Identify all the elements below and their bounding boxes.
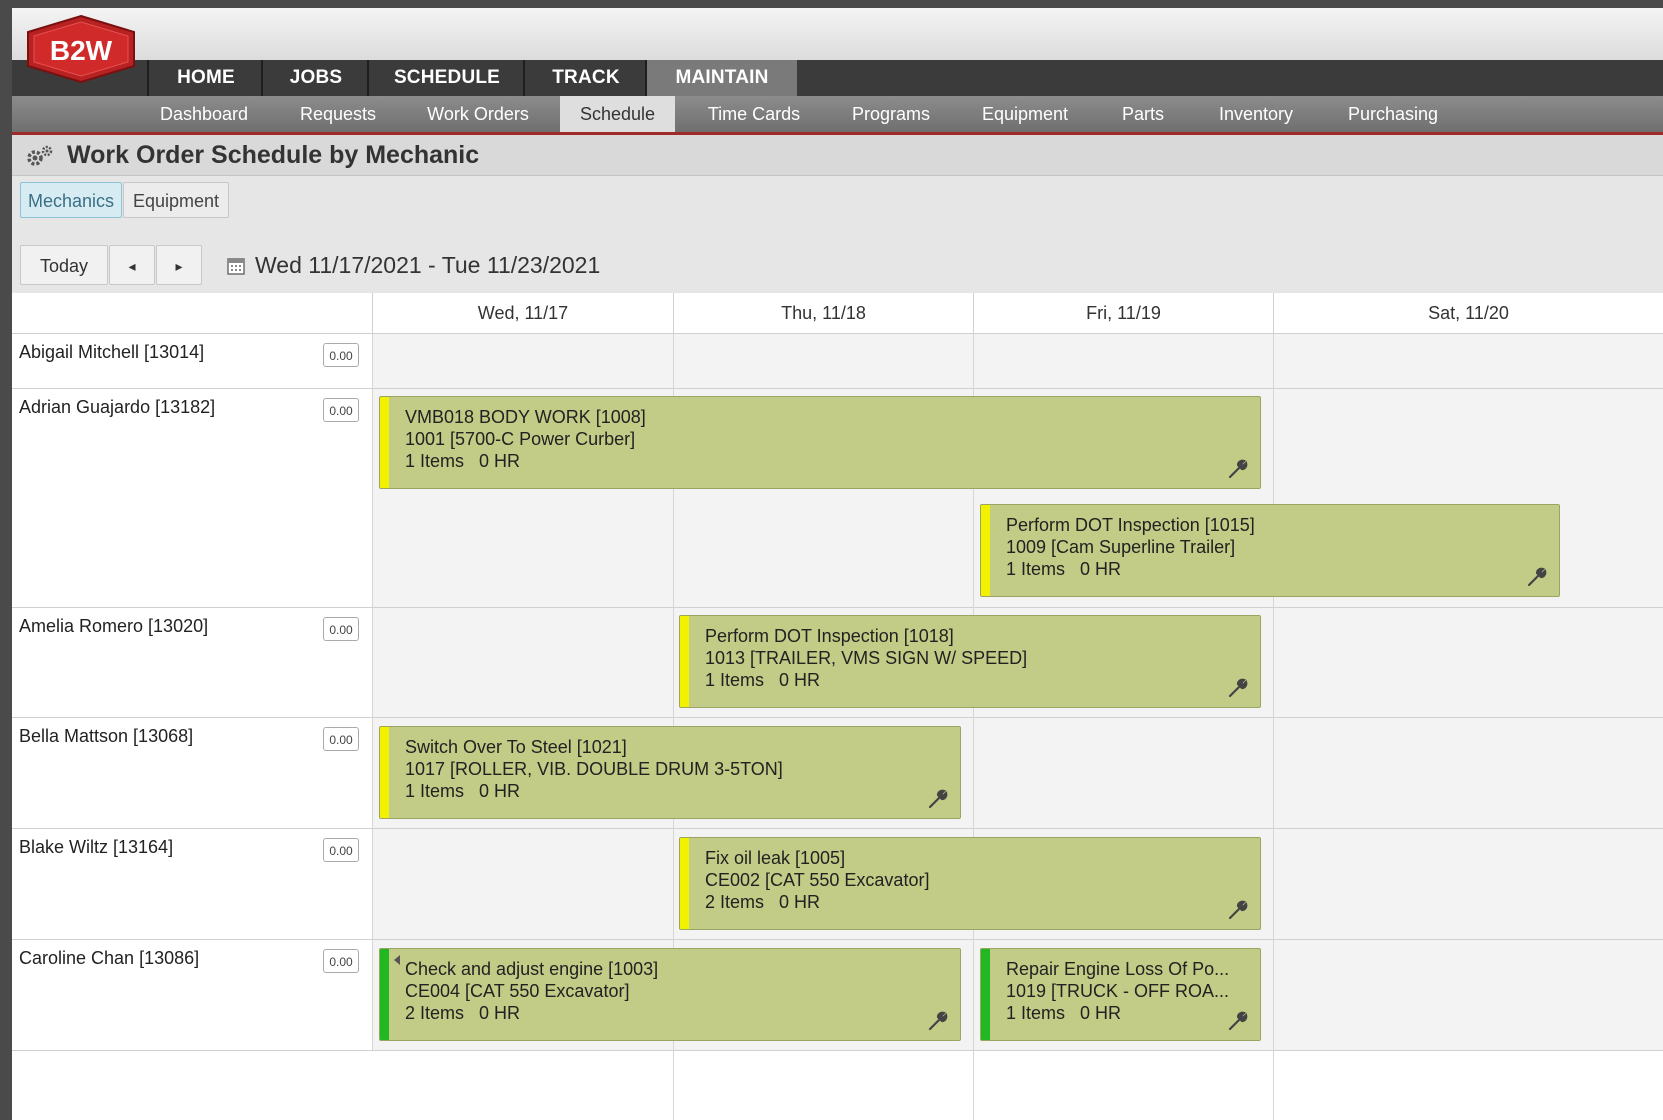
event-title: Switch Over To Steel [1021]	[405, 737, 627, 757]
mechanics-view-button[interactable]: Mechanics	[20, 182, 122, 218]
svg-text:B2W: B2W	[50, 35, 113, 66]
subnav-work-orders[interactable]: Work Orders	[414, 96, 542, 132]
day-divider	[1273, 334, 1274, 1120]
subnav-programs[interactable]: Programs	[840, 96, 942, 132]
date-range[interactable]: Wed 11/17/2021 - Tue 11/23/2021	[227, 249, 600, 281]
subnav-equipment[interactable]: Equipment	[970, 96, 1080, 132]
work-order-event[interactable]: Repair Engine Loss Of Po... 1019 [TRUCK …	[980, 948, 1261, 1041]
event-title: Perform DOT Inspection [1018]	[705, 626, 954, 646]
work-order-event[interactable]: Perform DOT Inspection [1015] 1009 [Cam …	[980, 504, 1560, 597]
wrench-icon[interactable]	[1226, 675, 1250, 699]
equipment-view-button[interactable]: Equipment	[123, 182, 229, 218]
nav-tab-schedule[interactable]: SCHEDULE	[367, 60, 525, 96]
subnav-time-cards[interactable]: Time Cards	[694, 96, 814, 132]
subnav-parts[interactable]: Parts	[1110, 96, 1176, 132]
main-nav: HOME JOBS SCHEDULE TRACK MAINTAIN	[12, 60, 1663, 98]
nav-tab-jobs[interactable]: JOBS	[261, 60, 369, 96]
mechanic-name: Caroline Chan [13086]	[19, 948, 200, 968]
day-header-wed: Wed, 11/17	[372, 293, 673, 334]
status-bar	[981, 949, 990, 1040]
previous-week-button[interactable]: ◂	[109, 245, 155, 285]
mechanic-column-header	[12, 293, 372, 334]
wrench-icon[interactable]	[1226, 897, 1250, 921]
status-bar	[380, 949, 389, 1040]
nav-tab-home[interactable]: HOME	[147, 60, 263, 96]
work-order-event[interactable]: Check and adjust engine [1003] CE004 [CA…	[379, 948, 961, 1041]
work-order-event[interactable]: VMB018 BODY WORK [1008] 1001 [5700-C Pow…	[379, 396, 1261, 489]
wrench-icon[interactable]	[1525, 564, 1549, 588]
calendar-icon[interactable]	[227, 257, 245, 275]
event-equipment: CE002 [CAT 550 Excavator]	[705, 870, 930, 890]
event-equipment: 1019 [TRUCK - OFF ROA...	[1006, 981, 1230, 1001]
mechanic-name: Bella Mattson [13068]	[19, 726, 194, 746]
app-window: B2W HOME JOBS SCHEDULE TRACK MAINTAIN Da…	[12, 8, 1663, 1120]
nav-tab-track[interactable]: TRACK	[523, 60, 647, 96]
continues-left-icon	[394, 955, 400, 965]
subnav-dashboard[interactable]: Dashboard	[144, 96, 264, 132]
event-equipment: 1009 [Cam Superline Trailer]	[1006, 537, 1236, 557]
work-order-event[interactable]: Perform DOT Inspection [1018] 1013 [TRAI…	[679, 615, 1261, 708]
event-summary: 2 Items 0 HR	[705, 892, 821, 912]
event-equipment: 1017 [ROLLER, VIB. DOUBLE DRUM 3-5TON]	[405, 759, 783, 779]
day-header-thu: Thu, 11/18	[673, 293, 973, 334]
wrench-icon[interactable]	[1226, 456, 1250, 480]
day-cells[interactable]	[372, 334, 1663, 388]
hours-badge: 0.00	[323, 838, 359, 862]
hours-badge: 0.00	[323, 949, 359, 973]
mechanic-name: Blake Wiltz [13164]	[19, 837, 174, 857]
status-bar	[680, 616, 689, 707]
hours-badge: 0.00	[323, 398, 359, 422]
event-summary: 2 Items 0 HR	[405, 1003, 521, 1023]
subnav-purchasing[interactable]: Purchasing	[1336, 96, 1450, 132]
event-summary: 1 Items 0 HR	[1006, 559, 1122, 579]
mechanic-name: Amelia Romero [13020]	[19, 616, 209, 636]
status-bar	[380, 397, 389, 488]
schedule-grid: Wed, 11/17 Thu, 11/18 Fri, 11/19 Sat, 11…	[12, 293, 1663, 1120]
date-range-text: Wed 11/17/2021 - Tue 11/23/2021	[255, 252, 601, 278]
page-title: Work Order Schedule by Mechanic	[67, 141, 480, 169]
mechanic-name: Abigail Mitchell [13014]	[19, 342, 205, 362]
nav-tab-maintain[interactable]: MAINTAIN	[645, 60, 797, 96]
day-header-sat: Sat, 11/20	[1273, 293, 1663, 334]
event-summary: 1 Items 0 HR	[1006, 1003, 1122, 1023]
subnav-schedule[interactable]: Schedule	[560, 96, 675, 132]
work-order-event[interactable]: Fix oil leak [1005] CE002 [CAT 550 Excav…	[679, 837, 1261, 930]
b2w-logo[interactable]: B2W	[22, 14, 140, 84]
wrench-icon[interactable]	[926, 1008, 950, 1032]
status-bar	[680, 838, 689, 929]
event-equipment: 1013 [TRAILER, VMS SIGN W/ SPEED]	[705, 648, 1028, 668]
event-summary: 1 Items 0 HR	[405, 451, 521, 471]
event-title: Perform DOT Inspection [1015]	[1006, 515, 1255, 535]
event-title: Fix oil leak [1005]	[705, 848, 846, 868]
next-week-button[interactable]: ▸	[156, 245, 202, 285]
page-header: Work Order Schedule by Mechanic	[12, 135, 1663, 176]
hours-badge: 0.00	[323, 727, 359, 751]
mechanic-row: Abigail Mitchell [13014] 0.00	[12, 334, 1663, 389]
hours-badge: 0.00	[323, 617, 359, 641]
top-header	[12, 8, 1663, 60]
gears-icon	[27, 145, 53, 166]
today-button[interactable]: Today	[20, 245, 108, 285]
mechanic-name: Adrian Guajardo [13182]	[19, 397, 216, 417]
sub-nav: Dashboard Requests Work Orders Schedule …	[12, 96, 1663, 135]
event-equipment: CE004 [CAT 550 Excavator]	[405, 981, 630, 1001]
event-title: Check and adjust engine [1003]	[405, 959, 659, 979]
status-bar	[981, 505, 990, 596]
event-title: VMB018 BODY WORK [1008]	[405, 407, 646, 427]
status-bar	[380, 727, 389, 818]
event-summary: 1 Items 0 HR	[705, 670, 821, 690]
work-order-event[interactable]: Switch Over To Steel [1021] 1017 [ROLLER…	[379, 726, 961, 819]
day-header-fri: Fri, 11/19	[973, 293, 1273, 334]
wrench-icon[interactable]	[1226, 1008, 1250, 1032]
wrench-icon[interactable]	[926, 786, 950, 810]
event-summary: 1 Items 0 HR	[405, 781, 521, 801]
hours-badge: 0.00	[323, 343, 359, 367]
event-equipment: 1001 [5700-C Power Curber]	[405, 429, 636, 449]
subnav-inventory[interactable]: Inventory	[1206, 96, 1306, 132]
subnav-requests[interactable]: Requests	[284, 96, 392, 132]
event-title: Repair Engine Loss Of Po...	[1006, 959, 1230, 979]
